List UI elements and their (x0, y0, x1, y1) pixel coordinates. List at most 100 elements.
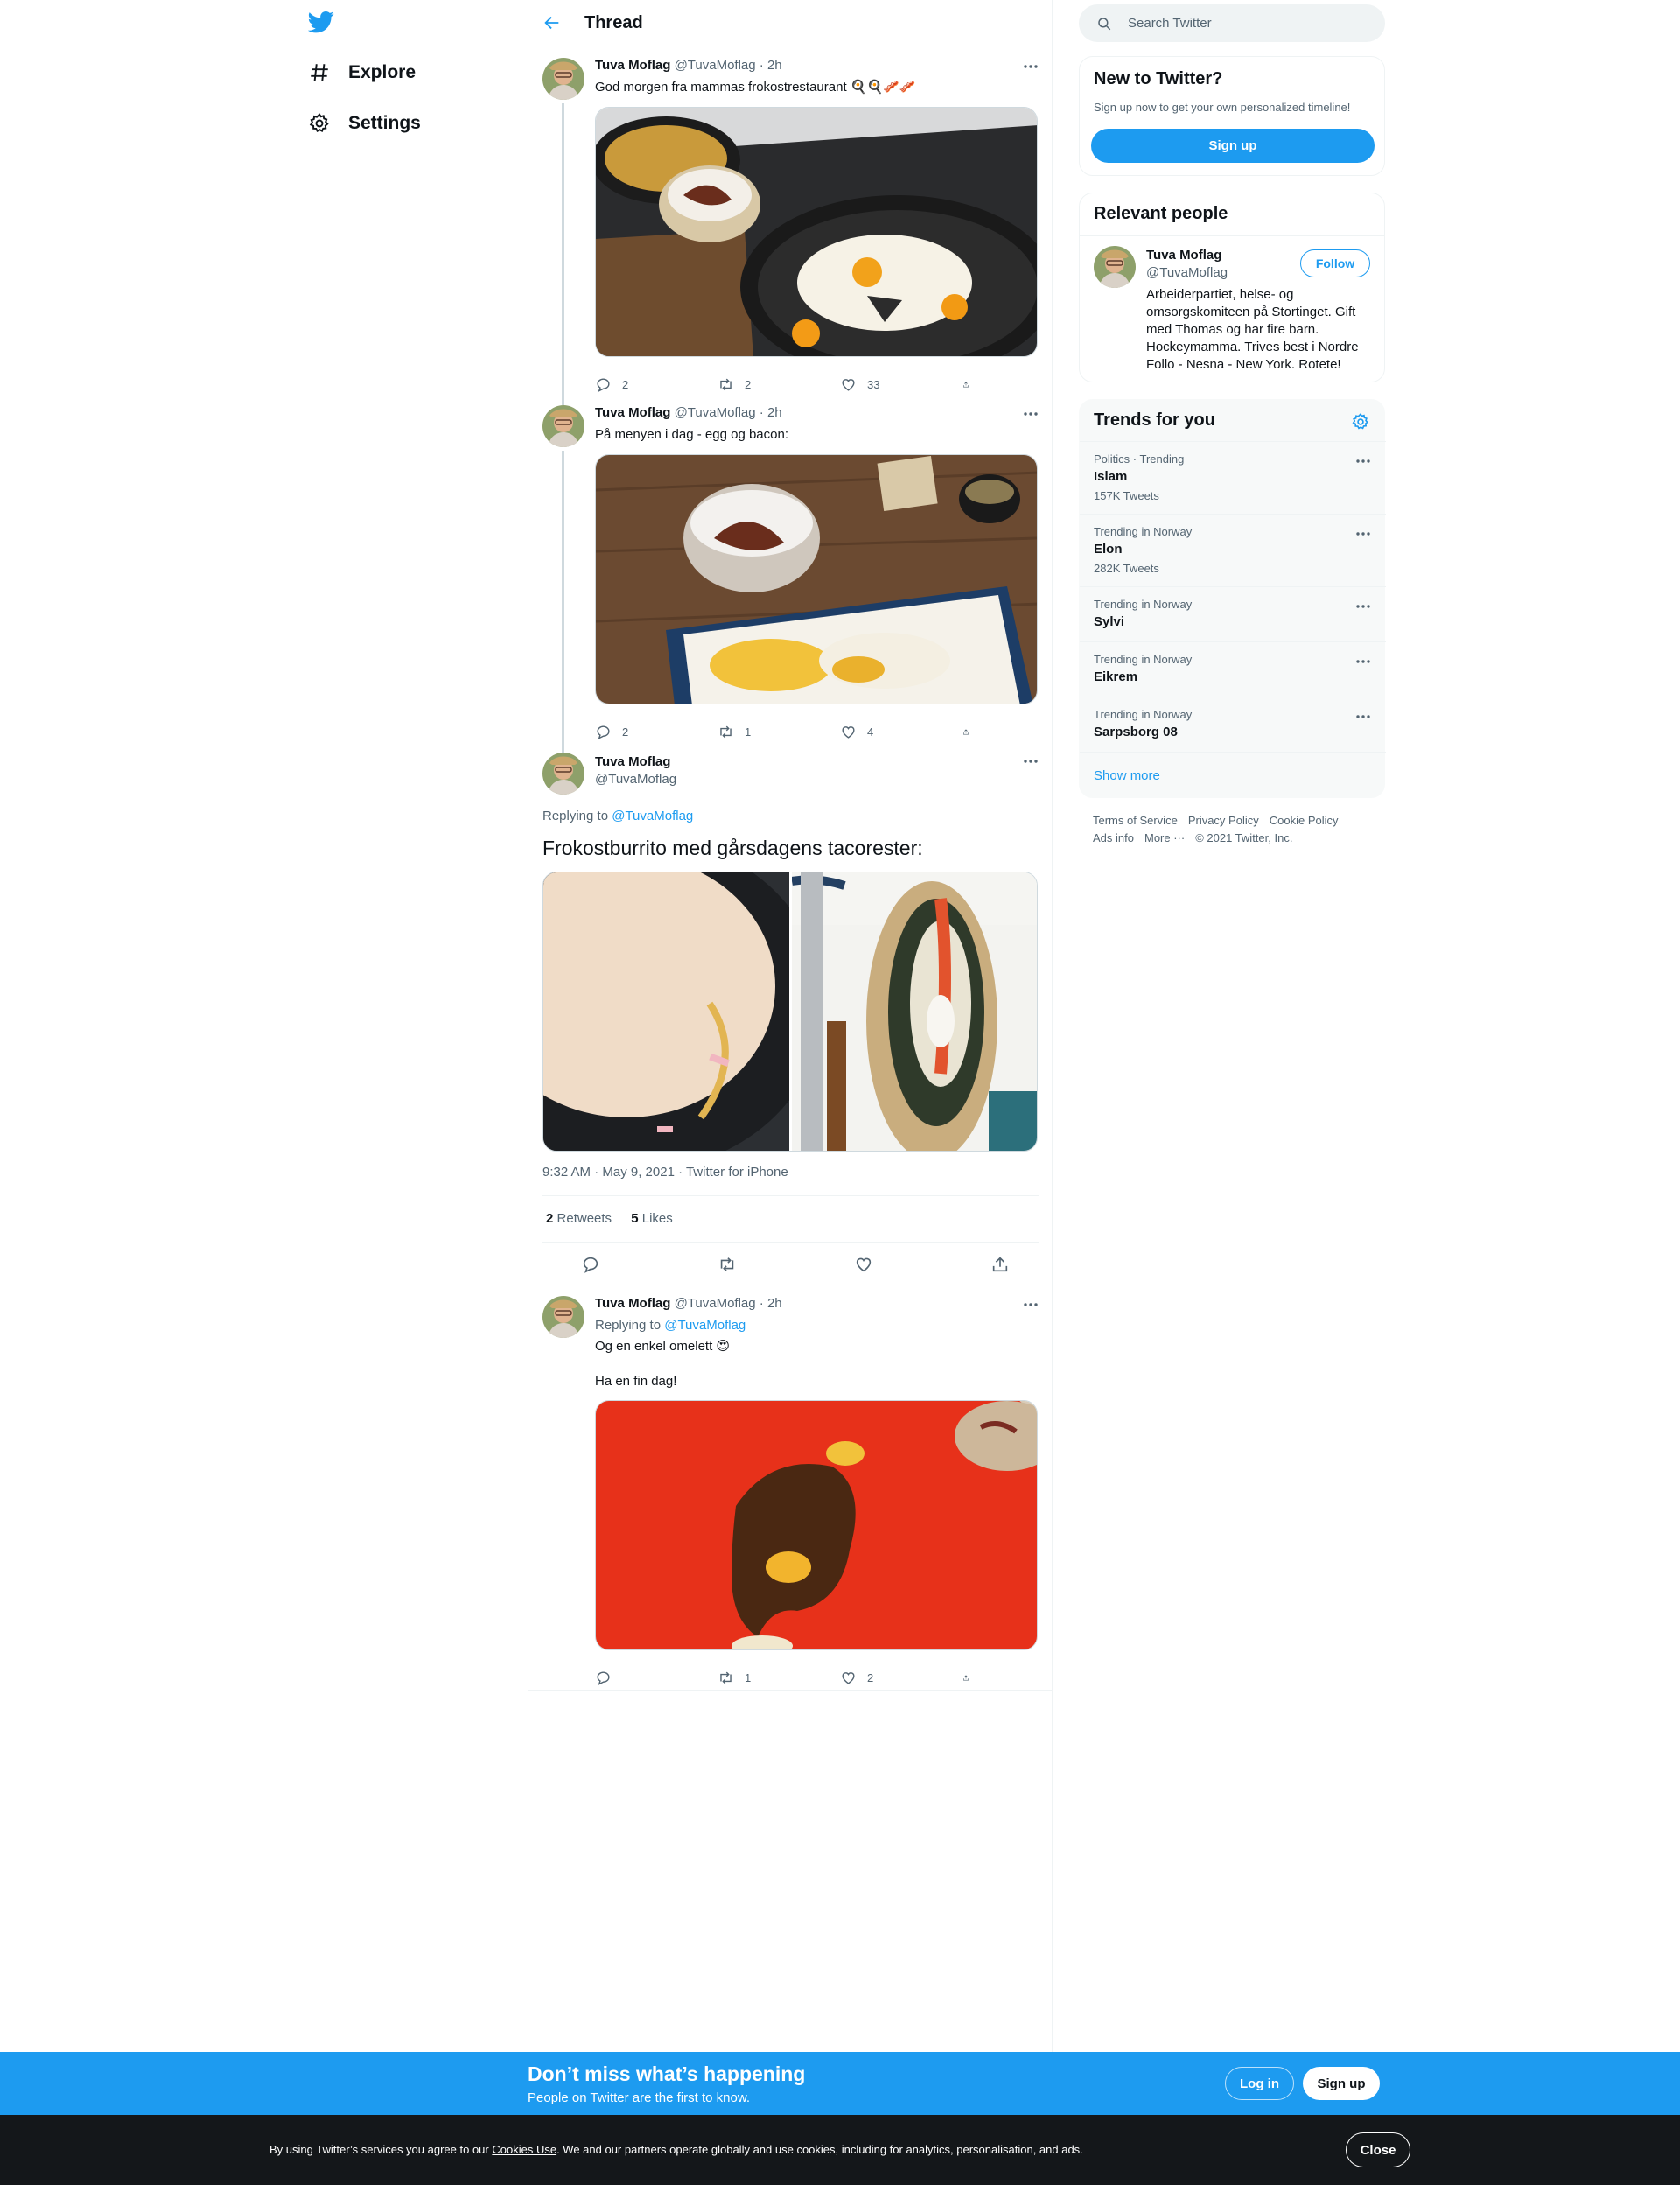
retweet-count: 2 (745, 378, 752, 391)
back-arrow-icon[interactable] (542, 13, 562, 32)
search-input[interactable] (1128, 16, 1373, 31)
avatar[interactable] (1094, 246, 1136, 288)
close-button[interactable]: Close (1346, 2132, 1410, 2167)
tweet[interactable]: Tuva Moflag @TuvaMoflag · 2h Replying to… (528, 1285, 1054, 1690)
focused-tweet: Tuva Moflag @TuvaMoflag Replying to @Tuv… (528, 742, 1054, 1285)
avatar[interactable] (542, 753, 584, 795)
more-options-icon[interactable] (1354, 653, 1372, 670)
likes-stat[interactable]: 5 Likes (631, 1211, 673, 1226)
log-in-button[interactable]: Log in (1225, 2067, 1294, 2100)
cookie-policy-link[interactable]: Cookie Policy (1270, 814, 1339, 827)
trend-category: Trending in Norway (1094, 653, 1193, 666)
card-title: Trends for you (1094, 410, 1215, 430)
more-options-icon[interactable] (1354, 598, 1372, 615)
person-name[interactable]: Tuva Moflag (1146, 248, 1222, 263)
tweet-actions: 1 2 (595, 1670, 980, 1686)
ads-info-link[interactable]: Ads info (1093, 831, 1134, 844)
signup-banner: Don’t miss what’s happening People on Tw… (0, 2052, 1680, 2115)
share-icon[interactable] (990, 1255, 1010, 1274)
trend-item[interactable]: Trending in Norway Sarpsborg 08 (1080, 697, 1386, 752)
card-title: Relevant people (1094, 204, 1228, 223)
trend-category: Trending in Norway (1094, 708, 1193, 721)
reply-count: 2 (622, 378, 629, 391)
tweet-time[interactable]: · 2h (760, 1296, 782, 1311)
sign-up-button[interactable]: Sign up (1091, 129, 1375, 163)
trend-item[interactable]: Trending in Norway Eikrem (1080, 641, 1386, 697)
tweet-photo[interactable] (595, 107, 1038, 357)
gear-icon[interactable] (1351, 412, 1370, 431)
more-options-icon[interactable] (1354, 452, 1372, 470)
retweet-button[interactable]: 1 (718, 724, 814, 740)
tweet-time[interactable]: · 2h (760, 58, 782, 73)
author-handle[interactable]: @TuvaMoflag (675, 405, 756, 420)
retweet-button[interactable]: 2 (718, 376, 814, 393)
avatar[interactable] (542, 58, 584, 100)
trend-item[interactable]: Politics · Trending Islam 157K Tweets (1080, 441, 1386, 514)
tweet[interactable]: Tuva Moflag @TuvaMoflag · 2h På menyen i… (528, 395, 1054, 753)
retweet-button[interactable]: 1 (718, 1670, 814, 1686)
author-handle[interactable]: @TuvaMoflag (675, 58, 756, 73)
replying-to-link[interactable]: @TuvaMoflag (664, 1318, 746, 1333)
reply-button[interactable]: 2 (595, 376, 691, 393)
author-name[interactable]: Tuva Moflag (595, 58, 670, 73)
trend-item[interactable]: Trending in Norway Elon 282K Tweets (1080, 514, 1386, 586)
search-bar[interactable] (1079, 4, 1385, 42)
sign-up-button[interactable]: Sign up (1303, 2067, 1380, 2100)
nav-explore[interactable]: Explore (308, 51, 416, 95)
avatar[interactable] (542, 405, 584, 447)
author-handle[interactable]: @TuvaMoflag (675, 1296, 756, 1311)
privacy-link[interactable]: Privacy Policy (1188, 814, 1259, 827)
reply-button[interactable]: 2 (595, 724, 691, 740)
author-handle[interactable]: @TuvaMoflag (595, 772, 676, 787)
share-icon (963, 382, 969, 388)
more-options-icon[interactable] (1022, 753, 1040, 770)
tweet-photo[interactable] (791, 872, 1037, 1151)
tweet[interactable]: Tuva Moflag @TuvaMoflag · 2h God morgen … (528, 47, 1054, 398)
like-count: 33 (867, 378, 880, 391)
cookie-text-after: . We and our partners operate globally a… (556, 2143, 1083, 2156)
reply-button[interactable] (595, 1670, 691, 1686)
person-bio: Arbeiderpartiet, helse- og omsorgskomite… (1146, 287, 1359, 372)
tweet-photo-grid (542, 872, 1038, 1152)
like-button[interactable]: 33 (840, 376, 936, 393)
show-more-link[interactable]: Show more (1094, 768, 1160, 783)
tweet-photo[interactable] (543, 872, 823, 1151)
banner-subtitle: People on Twitter are the first to know. (528, 2090, 751, 2105)
more-options-icon[interactable] (1022, 1296, 1040, 1313)
heart-icon[interactable] (854, 1255, 873, 1274)
tweet-timestamp[interactable]: 9:32 AM · May 9, 2021 · Twitter for iPho… (542, 1165, 788, 1180)
twitter-bird-icon[interactable] (307, 9, 334, 35)
reply-icon[interactable] (581, 1255, 600, 1274)
card-title: New to Twitter? (1094, 69, 1223, 88)
share-button[interactable] (962, 1670, 980, 1686)
retweet-icon[interactable] (718, 1255, 737, 1274)
author-name[interactable]: Tuva Moflag (595, 1296, 670, 1311)
thread-connector (562, 103, 564, 398)
more-link[interactable]: More ··· (1144, 831, 1185, 844)
trend-item[interactable]: Trending in Norway Sylvi (1080, 586, 1386, 641)
nav-settings[interactable]: Settings (308, 102, 421, 145)
avatar[interactable] (542, 1296, 584, 1338)
cookies-use-link[interactable]: Cookies Use (492, 2143, 556, 2156)
share-button[interactable] (962, 724, 980, 740)
terms-link[interactable]: Terms of Service (1093, 814, 1178, 827)
tweet-photo[interactable] (595, 1400, 1038, 1650)
share-button[interactable] (962, 376, 980, 393)
author-name[interactable]: Tuva Moflag (595, 754, 676, 769)
tweet-photo[interactable] (595, 454, 1038, 704)
more-options-icon[interactable] (1022, 405, 1040, 423)
like-button[interactable]: 2 (840, 1670, 936, 1686)
tweet-time[interactable]: · 2h (760, 405, 782, 420)
replying-to-link[interactable]: @TuvaMoflag (612, 809, 693, 823)
follow-button[interactable]: Follow (1300, 249, 1370, 277)
more-options-icon[interactable] (1354, 525, 1372, 543)
person-handle[interactable]: @TuvaMoflag (1146, 265, 1228, 280)
cookie-text-before: By using Twitter’s services you agree to… (270, 2143, 493, 2156)
author-name[interactable]: Tuva Moflag (595, 405, 670, 420)
more-options-icon[interactable] (1022, 58, 1040, 75)
more-options-icon[interactable] (1354, 708, 1372, 725)
retweets-stat[interactable]: 2 Retweets (546, 1211, 612, 1226)
reply-icon (597, 378, 610, 393)
thread-connector (562, 742, 564, 753)
like-button[interactable]: 4 (840, 724, 936, 740)
